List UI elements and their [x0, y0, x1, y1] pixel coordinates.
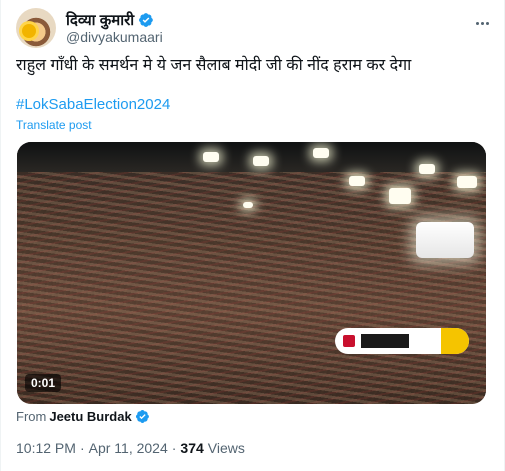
stadium-light — [457, 176, 477, 188]
stadium-light — [349, 176, 365, 186]
author-display-name[interactable]: दिव्या कुमारी — [66, 10, 134, 30]
source-user-link[interactable]: Jeetu Burdak — [49, 409, 131, 424]
meta-separator: · — [171, 440, 177, 456]
post-meta-row: 10:12 PM · Apr 11, 2024 · 374 Views — [16, 440, 245, 456]
author-handle[interactable]: @divyakumaari — [66, 29, 163, 45]
banner-accent — [441, 328, 469, 354]
views-count: 374 — [180, 440, 204, 456]
verified-badge-icon — [135, 410, 149, 423]
post-time[interactable]: 10:12 PM — [16, 440, 76, 456]
translate-post-link[interactable]: Translate post — [16, 118, 92, 132]
hashtag-link[interactable]: #LokSabaElection2024 — [16, 96, 170, 113]
stadium-light — [203, 152, 219, 162]
video-source-row: From Jeetu Burdak — [16, 409, 150, 424]
post-card: दिव्या कुमारी @divyakumaari राहुल गाँधी … — [0, 0, 505, 471]
video-player[interactable]: 0:01 — [17, 142, 486, 404]
post-text: राहुल गाँधी के समर्थन मे ये जन सैलाब मोद… — [16, 57, 412, 74]
more-options-icon[interactable] — [473, 14, 491, 32]
video-duration-badge: 0:01 — [25, 374, 62, 392]
from-label: From — [16, 409, 47, 424]
verified-badge-icon — [139, 13, 153, 27]
more-dot — [485, 21, 489, 25]
more-dot — [480, 21, 484, 25]
author-name-row: दिव्या कुमारी — [66, 10, 154, 30]
stadium-light — [419, 164, 435, 174]
stadium-light — [389, 188, 411, 204]
avatar-flower-decoration — [22, 24, 36, 38]
video-frame-sky — [17, 142, 486, 176]
stadium-light — [313, 148, 329, 158]
more-dot — [475, 21, 479, 25]
banner-logo-icon — [343, 335, 355, 347]
post-date[interactable]: Apr 11, 2024 — [89, 440, 168, 456]
stadium-light — [243, 202, 253, 208]
meta-separator: · — [79, 440, 85, 456]
views-label: Views — [207, 440, 245, 456]
banner-text-block — [361, 334, 409, 348]
video-overlay-banner — [335, 328, 469, 354]
hanging-light-fixture — [416, 222, 474, 258]
author-avatar[interactable] — [16, 8, 56, 48]
stadium-light — [253, 156, 269, 166]
